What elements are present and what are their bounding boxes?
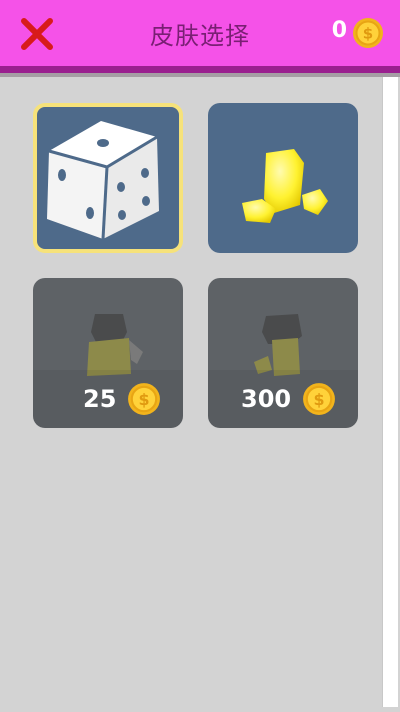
price-row: 300 $ [208,382,358,416]
svg-text:$: $ [313,390,324,409]
svg-text:$: $ [363,25,373,43]
price-label: 300 [241,385,292,413]
svg-text:$: $ [138,390,149,409]
skin-tile-crystals[interactable] [208,103,358,253]
dice-icon [47,121,159,240]
coin-icon: $ [303,383,335,415]
coin-icon: $ [353,18,383,48]
coin-count: 0 [331,18,347,43]
price-row: 25 $ [33,382,183,416]
header-shadow [0,73,400,77]
header-border [0,66,400,73]
skin-tile-dice[interactable] [33,103,183,253]
skin-tile-locked-25[interactable]: 25 $ [33,278,183,428]
skin-tile-locked-300[interactable]: 300 $ [208,278,358,428]
price-label: 25 [83,385,117,413]
coin-icon: $ [128,383,160,415]
crystal-icon [242,149,328,223]
scrollbar[interactable] [382,77,398,707]
